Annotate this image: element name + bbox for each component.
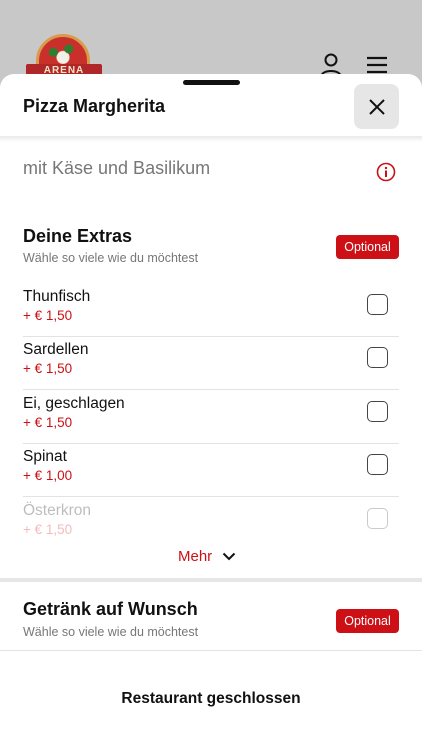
extra-item[interactable]: Spinat + € 1,00 [23, 444, 399, 497]
extra-price: + € 1,50 [23, 415, 73, 430]
extra-item[interactable]: Ei, geschlagen + € 1,50 [23, 391, 399, 444]
extra-name: Österkron [23, 502, 92, 519]
extra-price: + € 1,00 [23, 468, 73, 483]
product-title: Pizza Margherita [23, 96, 166, 116]
extra-name: Thunfisch [23, 288, 91, 305]
extra-name: Sardellen [23, 341, 89, 358]
drink-optional-badge: Optional [336, 609, 399, 633]
extra-item[interactable]: Sardellen + € 1,50 [23, 337, 399, 390]
close-button[interactable] [354, 84, 399, 129]
product-sheet: Pizza Margherita mit Käse und Basilikum … [0, 74, 422, 750]
sheet-grabber[interactable] [183, 80, 240, 85]
product-description: mit Käse und Basilikum [23, 158, 211, 178]
extra-checkbox[interactable] [367, 454, 388, 475]
extra-checkbox[interactable] [367, 294, 388, 315]
extra-name: Ei, geschlagen [23, 395, 125, 412]
extras-title: Deine Extras [23, 226, 133, 246]
extra-price: + € 1,50 [23, 361, 73, 376]
footer-divider [0, 650, 422, 651]
extra-checkbox[interactable] [367, 401, 388, 422]
section-divider [0, 578, 422, 582]
drink-title: Getränk auf Wunsch [23, 599, 198, 619]
title-divider [0, 136, 422, 142]
extra-checkbox[interactable] [367, 508, 388, 529]
extra-price: + € 1,50 [23, 522, 73, 537]
extra-item[interactable]: Thunfisch + € 1,50 [23, 284, 399, 337]
restaurant-closed-status: Restaurant geschlossen [121, 690, 301, 707]
close-icon [368, 98, 385, 115]
extra-item-faded[interactable]: Österkron + € 1,50 [23, 498, 399, 551]
drink-subtitle: Wähle so viele wie du möchtest [23, 625, 199, 639]
chevron-down-icon [222, 552, 236, 561]
extras-optional-badge: Optional [336, 235, 399, 259]
more-button[interactable]: Mehr [178, 548, 236, 565]
extra-name: Spinat [23, 448, 67, 465]
extra-checkbox[interactable] [367, 347, 388, 368]
info-icon[interactable] [376, 162, 396, 182]
extra-price: + € 1,50 [23, 308, 73, 323]
more-label: Mehr [178, 548, 213, 565]
extras-subtitle: Wähle so viele wie du möchtest [23, 251, 199, 265]
